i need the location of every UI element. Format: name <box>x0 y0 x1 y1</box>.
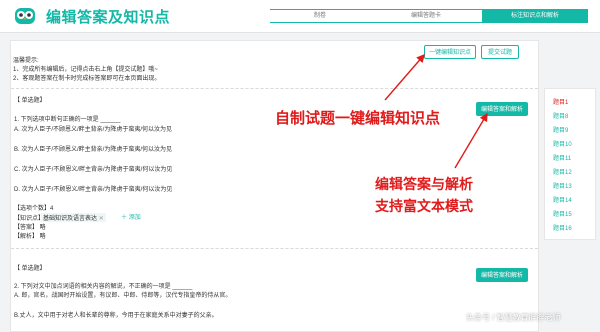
question-nav-sidebar: 题目1 题目8 题目9 题目10 题目11 题目12 题目13 题目14 题目1… <box>544 88 596 240</box>
sidebar-item-question-11[interactable]: 题目11 <box>553 153 571 162</box>
annotation-one-click: 自制试题一键编辑知识点 <box>275 111 441 127</box>
sidebar-item-question-15[interactable]: 题目15 <box>553 209 572 218</box>
annotation-rich-text-1: 编辑答案与解析 <box>375 178 473 193</box>
annotation-arrows <box>384 53 488 169</box>
sidebar-item-question-10[interactable]: 题目10 <box>553 139 572 148</box>
sidebar-item-question-16[interactable]: 题目16 <box>553 223 572 232</box>
arrow-to-one-click-button <box>384 53 425 101</box>
arrow-to-edit-answer-button <box>454 112 488 169</box>
sidebar-item-question-14[interactable]: 题目14 <box>553 195 572 204</box>
sidebar-item-question-12[interactable]: 题目12 <box>553 167 572 176</box>
sidebar-item-question-8[interactable]: 题目8 <box>553 111 568 120</box>
watermark: 头条号 / 智慧教育胖胖老师 <box>466 313 561 322</box>
sidebar-item-question-9[interactable]: 题目9 <box>553 125 568 134</box>
sidebar-item-question-1[interactable]: 题目1 <box>553 97 568 106</box>
annotation-rich-text-2: 支持富文本模式 <box>375 200 473 215</box>
sidebar-item-question-13[interactable]: 题目13 <box>553 181 572 190</box>
